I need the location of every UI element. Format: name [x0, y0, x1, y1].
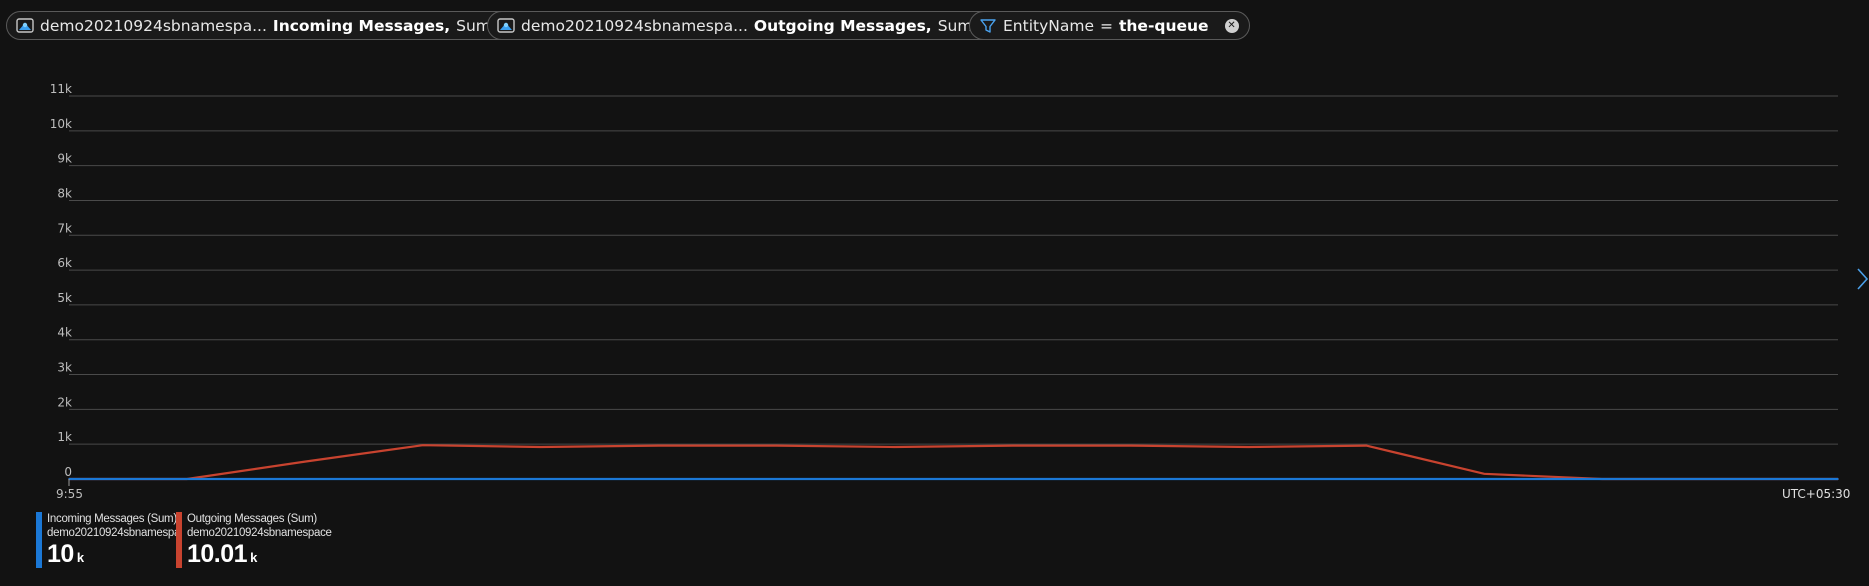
data-point [1129, 444, 1132, 447]
legend-value: 10.01 [187, 540, 248, 568]
y-tick-label: 11k [50, 82, 72, 96]
line-chart: 0 1k 2k 3k 4k 5k 6k 7k 8k 9k 10k 11k [50, 82, 1839, 486]
data-point [775, 478, 778, 480]
y-tick-label: 4k [57, 326, 72, 340]
chart-gridlines [69, 95, 1838, 480]
legend-resource-name: demo20210924sbnamespace [187, 527, 332, 539]
data-point [1011, 444, 1014, 447]
legend-value: 10 [47, 540, 74, 568]
data-point [1247, 446, 1250, 448]
y-tick-label: 3k [57, 361, 72, 375]
data-point [422, 444, 424, 447]
data-point [539, 478, 542, 480]
data-point [657, 444, 660, 447]
y-tick-label: 8k [57, 186, 72, 200]
data-point [304, 460, 306, 463]
legend-color-bar [36, 512, 42, 568]
data-point [1129, 478, 1132, 480]
data-point [539, 446, 542, 448]
data-point [1483, 478, 1485, 480]
y-tick-label: 6k [57, 256, 72, 270]
data-point [893, 478, 896, 480]
data-point [422, 478, 424, 480]
chevron-right-icon[interactable] [1855, 266, 1869, 292]
data-point [893, 446, 896, 448]
x-axis-start-label: 9:55 [56, 487, 83, 501]
y-tick-label: 2k [57, 395, 72, 409]
data-point [775, 444, 778, 447]
legend-resource-name: demo20210924sbnamespace [47, 527, 192, 539]
legend-item-incoming[interactable]: Incoming Messages (Sum) demo20210924sbna… [36, 512, 192, 568]
legend-unit: k [76, 550, 84, 565]
series-line-outgoing [69, 444, 1838, 481]
legend-unit: k [250, 550, 257, 565]
y-tick-label: 0 [64, 465, 72, 479]
legend-color-bar [176, 512, 182, 568]
y-tick-label: 5k [57, 291, 72, 305]
data-point [1483, 472, 1485, 475]
data-point [657, 478, 660, 480]
timezone-label: UTC+05:30 [1782, 487, 1851, 501]
legend-series-name: Incoming Messages (Sum) [47, 513, 177, 525]
y-tick-label: 1k [57, 430, 72, 444]
data-point [1365, 478, 1368, 480]
data-point [1365, 444, 1368, 447]
chart-series [68, 444, 1839, 481]
y-tick-label: 10k [50, 117, 72, 131]
data-point [1601, 478, 1603, 480]
legend-item-outgoing[interactable]: Outgoing Messages (Sum) demo20210924sbna… [176, 512, 387, 568]
y-axis-labels: 0 1k 2k 3k 4k 5k 6k 7k 8k 9k 10k 11k [50, 82, 72, 479]
data-point [1011, 478, 1014, 480]
data-point [1837, 478, 1839, 480]
legend-series-name: Outgoing Messages (Sum) [187, 513, 317, 525]
y-tick-label: 9k [57, 152, 72, 166]
data-point [186, 478, 188, 480]
data-point [304, 478, 306, 480]
data-point [1719, 478, 1721, 480]
data-point [1247, 478, 1250, 480]
y-tick-label: 7k [57, 221, 72, 235]
